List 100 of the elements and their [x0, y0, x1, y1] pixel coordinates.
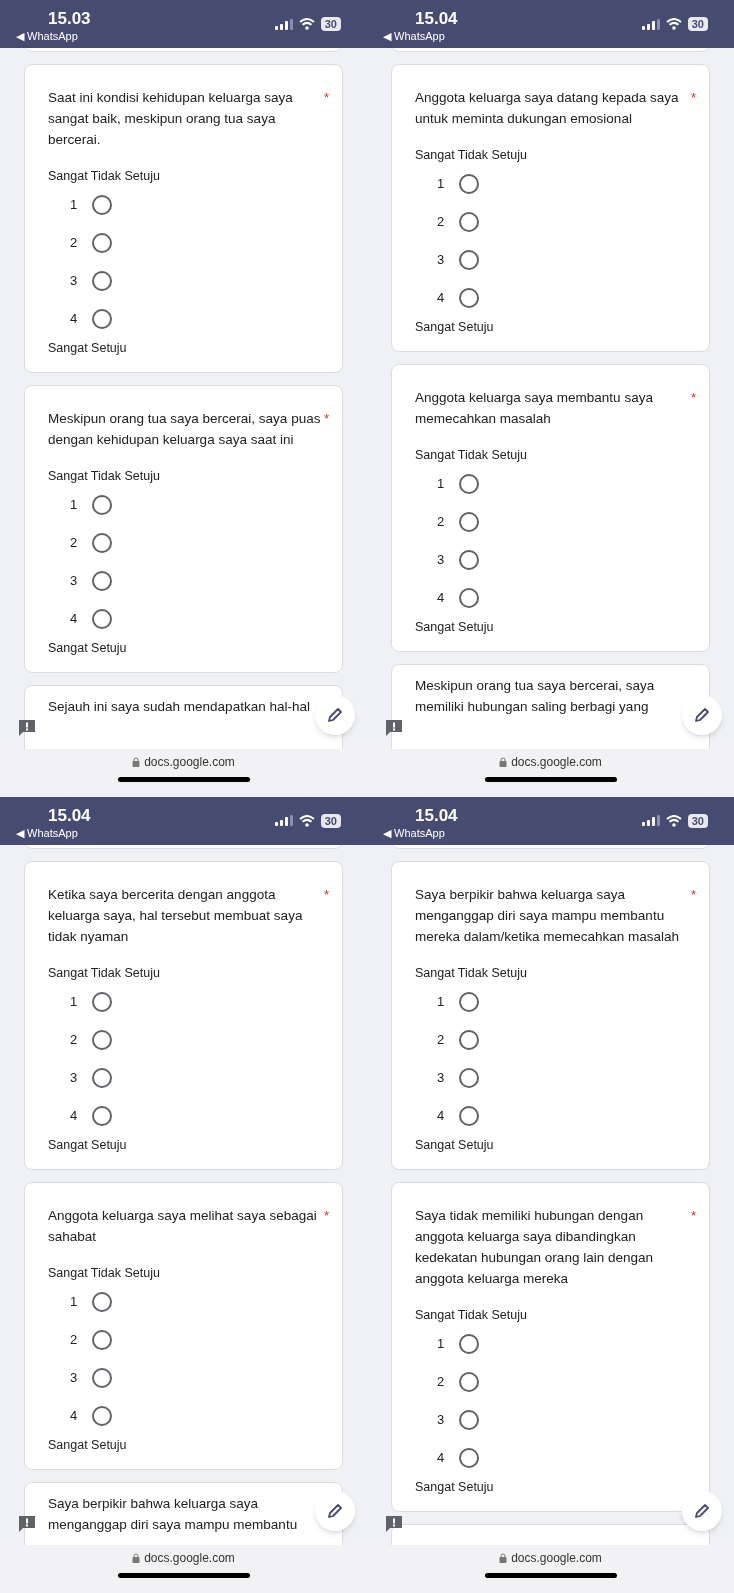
url-text[interactable]: docs.google.com	[144, 754, 235, 769]
clock-time: 15.04	[414, 9, 458, 29]
option-label: 1	[70, 196, 78, 215]
radio-button[interactable]	[459, 991, 479, 1012]
radio-button[interactable]	[459, 474, 479, 494]
option-label: 3	[70, 1368, 78, 1387]
radio-button[interactable]	[92, 609, 112, 629]
feedback-icon[interactable]	[18, 1515, 36, 1533]
question-text: Meskipun orang tua saya bercerai, saya memiliki hubungan saling berbagi yang	[415, 677, 656, 716]
back-to-app-link[interactable]: ◀ WhatsApp	[16, 825, 91, 840]
wifi-icon	[665, 814, 682, 827]
scale-high-label: Sangat Setuju	[48, 1136, 128, 1154]
radio-button[interactable]	[92, 495, 112, 515]
scale-high-label: Sangat Setuju	[415, 1136, 495, 1154]
question-text: Ketika saya bercerita dengan anggota keluarga saya, hal tersebut membuat saya tidak nyaman	[48, 885, 304, 946]
scale-low-label: Sangat Tidak Setuju	[415, 447, 528, 464]
url-text[interactable]: docs.google.com	[511, 754, 602, 769]
option-label: 1	[70, 992, 78, 1011]
option-label: 1	[437, 175, 445, 194]
option-label: 2	[70, 234, 78, 253]
battery-indicator: 30	[320, 813, 341, 828]
signal-icon	[274, 18, 293, 30]
option-label: 1	[437, 992, 445, 1011]
radio-button[interactable]	[459, 250, 479, 270]
pencil-icon	[694, 1503, 710, 1519]
clock-time: 15.04	[414, 805, 458, 826]
option-label: 3	[437, 251, 445, 270]
radio-button[interactable]	[92, 1029, 112, 1050]
radio-button[interactable]	[459, 588, 479, 608]
question-text: Saya tidak memiliki hubungan dengan anggota keluarga saya dibandingkan kedekatan hubungan orang lain dengan anggota keluarga mereka	[415, 1206, 654, 1288]
question-text: Anggota keluarga saya datang kepada saya untuk meminta dukungan emosional	[415, 89, 680, 128]
radio-button[interactable]	[92, 991, 112, 1012]
option-label: 4	[437, 289, 445, 308]
feedback-icon[interactable]	[18, 718, 36, 737]
scale-low-label: Sangat Tidak Setuju	[48, 964, 161, 982]
battery-indicator: 30	[320, 17, 341, 31]
radio-button[interactable]	[92, 1105, 112, 1126]
radio-button[interactable]	[92, 1405, 112, 1426]
required-asterisk: *	[691, 885, 698, 904]
question-text: Saat ini kondisi kehidupan keluarga saya sangat baik, meskipun orang tua saya bercerai.	[48, 89, 294, 149]
feedback-icon[interactable]	[385, 1515, 403, 1533]
radio-button[interactable]	[92, 571, 112, 591]
lock-icon	[499, 756, 508, 767]
radio-button[interactable]	[459, 1105, 479, 1126]
radio-button[interactable]	[92, 533, 112, 553]
option-label: 3	[70, 1068, 78, 1087]
radio-button[interactable]	[92, 233, 112, 253]
radio-button[interactable]	[459, 1409, 479, 1430]
scale-high-label: Sangat Setuju	[48, 640, 128, 657]
feedback-icon[interactable]	[385, 718, 403, 737]
question-text: Sejauh ini saya sudah mendapatkan hal-hal	[48, 698, 310, 716]
pencil-icon	[327, 706, 343, 723]
radio-button[interactable]	[459, 1333, 479, 1354]
radio-button[interactable]	[459, 512, 479, 532]
radio-button[interactable]	[92, 1367, 112, 1388]
radio-button[interactable]	[92, 309, 112, 329]
option-label: 4	[70, 610, 78, 629]
edit-button[interactable]	[682, 1491, 722, 1531]
radio-button[interactable]	[92, 1291, 112, 1312]
radio-button[interactable]	[459, 1447, 479, 1468]
option-label: 3	[70, 572, 78, 591]
scale-low-label: Sangat Tidak Setuju	[415, 964, 528, 982]
required-asterisk: *	[324, 1206, 331, 1225]
lock-icon	[132, 756, 141, 767]
radio-button[interactable]	[459, 550, 479, 570]
clock-time: 15.04	[47, 805, 91, 826]
option-label: 4	[437, 1448, 445, 1467]
radio-button[interactable]	[459, 174, 479, 194]
required-asterisk: *	[324, 885, 331, 904]
required-asterisk: *	[691, 89, 698, 107]
back-to-app-link[interactable]: ◀ WhatsApp	[383, 29, 458, 43]
radio-button[interactable]	[92, 1067, 112, 1088]
option-label: 2	[70, 1330, 78, 1349]
option-label: 2	[70, 1030, 78, 1049]
edit-button[interactable]	[315, 1491, 355, 1531]
radio-button[interactable]	[459, 212, 479, 232]
scale-low-label: Sangat Tidak Setuju	[48, 1264, 161, 1282]
url-text[interactable]: docs.google.com	[144, 1551, 235, 1565]
back-to-app-link[interactable]: ◀ WhatsApp	[16, 29, 91, 43]
question-text: Saya berpikir bahwa keluarga saya menganggap diri saya mampu membantu mereka dalam/ketika memecahkan masalah	[415, 885, 681, 946]
radio-button[interactable]	[459, 1029, 479, 1050]
lock-icon	[132, 1553, 141, 1563]
option-label: 4	[70, 1406, 78, 1425]
scale-low-label: Sangat Tidak Setuju	[48, 468, 161, 485]
url-text[interactable]: docs.google.com	[511, 1551, 602, 1565]
radio-button[interactable]	[92, 271, 112, 291]
option-label: 2	[437, 1030, 445, 1049]
option-label: 2	[70, 534, 78, 553]
required-asterisk: *	[324, 410, 331, 428]
pencil-icon	[327, 1503, 343, 1519]
radio-button[interactable]	[459, 288, 479, 308]
radio-button[interactable]	[92, 1329, 112, 1350]
radio-button[interactable]	[459, 1371, 479, 1392]
radio-button[interactable]	[459, 1067, 479, 1088]
option-label: 2	[437, 213, 445, 232]
radio-button[interactable]	[92, 195, 112, 215]
pencil-icon	[694, 706, 710, 723]
signal-icon	[274, 815, 293, 826]
question-text: Meskipun orang tua saya bercerai, saya puas dengan kehidupan keluarga saya saat ini	[48, 410, 321, 449]
back-to-app-link[interactable]: ◀ WhatsApp	[383, 825, 458, 840]
